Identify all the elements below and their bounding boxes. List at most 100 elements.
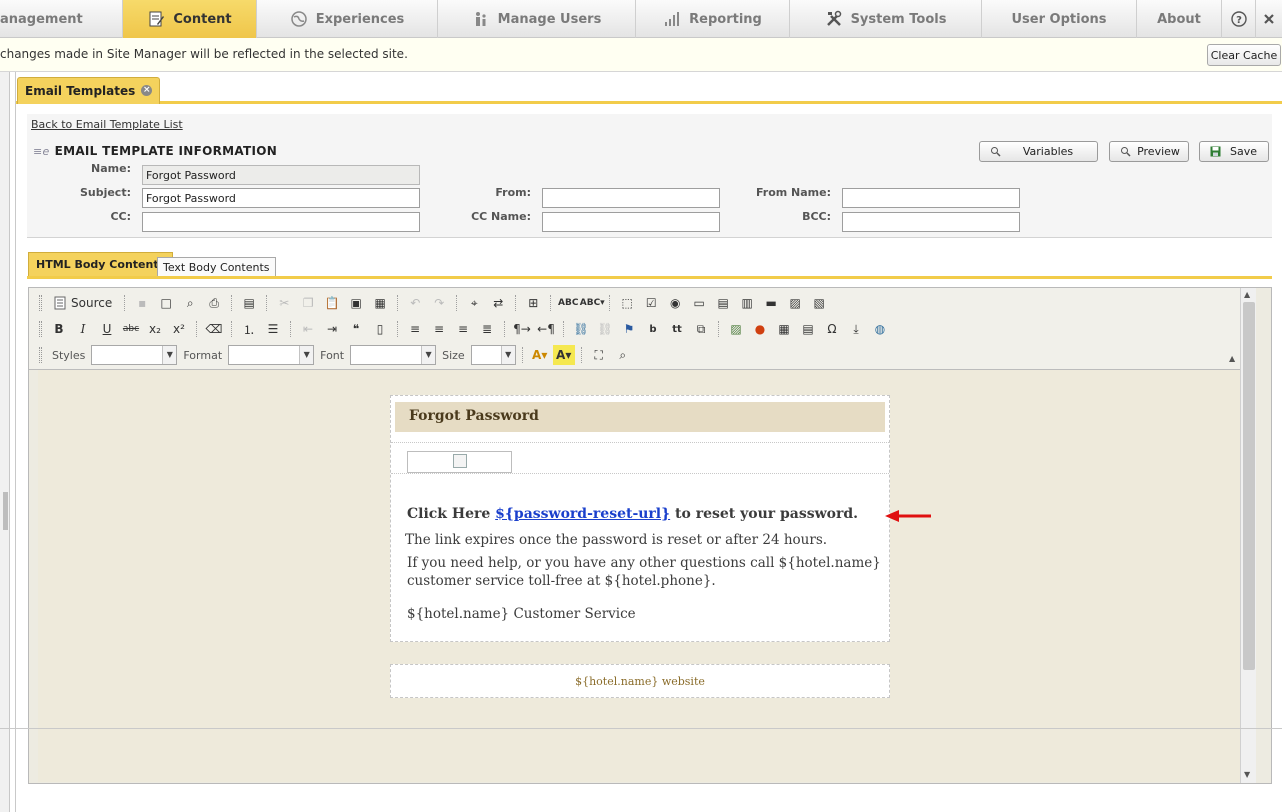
tab-close-icon[interactable]: × bbox=[141, 85, 153, 96]
cut-icon[interactable]: ✂ bbox=[273, 293, 295, 313]
new-page-icon[interactable]: □ bbox=[155, 293, 177, 313]
editor-canvas[interactable]: Forgot Password Click Here ${password-re… bbox=[38, 370, 1240, 782]
hidden-field-icon[interactable]: ▧ bbox=[808, 293, 830, 313]
align-right-icon[interactable]: ≡ bbox=[452, 319, 474, 339]
superscript-icon[interactable]: x² bbox=[168, 319, 190, 339]
help-button[interactable]: ? bbox=[1222, 0, 1256, 38]
image-placeholder[interactable] bbox=[407, 451, 512, 473]
replace-icon[interactable]: ⇄ bbox=[487, 293, 509, 313]
preview-button[interactable]: Preview bbox=[1109, 141, 1189, 162]
cc-field[interactable] bbox=[142, 212, 420, 232]
find-icon[interactable]: ⌖ bbox=[463, 293, 485, 313]
subject-field[interactable] bbox=[142, 188, 420, 208]
numbered-list-icon[interactable]: ⒈ bbox=[238, 319, 260, 339]
flash-icon[interactable]: ● bbox=[749, 319, 771, 339]
radio-icon[interactable]: ◉ bbox=[664, 293, 686, 313]
nav-tab-reporting[interactable]: Reporting bbox=[636, 0, 790, 38]
nav-tab-experiences[interactable]: Experiences bbox=[257, 0, 438, 38]
subscript-icon[interactable]: x₂ bbox=[144, 319, 166, 339]
close-button[interactable] bbox=[1256, 0, 1282, 38]
italic-icon[interactable]: I bbox=[72, 319, 94, 339]
tab-text-body[interactable]: Text Body Contents bbox=[157, 257, 276, 276]
tab-html-body[interactable]: HTML Body Contents bbox=[28, 252, 174, 276]
font-dropdown[interactable]: ▼ bbox=[350, 345, 437, 365]
paste-icon[interactable]: 📋 bbox=[321, 293, 343, 313]
scroll-up-icon[interactable]: ▲ bbox=[1244, 290, 1250, 299]
spellcheck-as-you-type-icon[interactable]: ABC▾ bbox=[580, 293, 605, 313]
form-icon[interactable]: ⬚ bbox=[616, 293, 638, 313]
styles-dropdown[interactable]: ▼ bbox=[91, 345, 178, 365]
password-reset-link[interactable]: ${password-reset-url} bbox=[495, 506, 670, 522]
tab-email-templates[interactable]: Email Templates × bbox=[17, 77, 161, 104]
nav-tab-content[interactable]: Content bbox=[123, 0, 257, 38]
text-color-icon[interactable]: A▾ bbox=[529, 345, 551, 365]
nav-tab-about[interactable]: About bbox=[1137, 0, 1222, 38]
nav-tab-manage-users[interactable]: Manage Users bbox=[438, 0, 636, 38]
save-icon[interactable]: ▪ bbox=[131, 293, 153, 313]
splitter-handle[interactable] bbox=[3, 492, 8, 530]
cc-name-field[interactable] bbox=[542, 212, 720, 232]
templates-icon[interactable]: ▤ bbox=[238, 293, 260, 313]
page-break-icon[interactable]: ⤓ bbox=[845, 319, 867, 339]
copy-icon[interactable]: ❐ bbox=[297, 293, 319, 313]
spellcheck-icon[interactable]: ABC bbox=[557, 293, 579, 313]
rtl-icon[interactable]: ←¶ bbox=[535, 319, 557, 339]
from-field[interactable] bbox=[542, 188, 720, 208]
left-splitter[interactable] bbox=[0, 72, 10, 812]
ltr-icon[interactable]: ¶→ bbox=[511, 319, 533, 339]
select-all-icon[interactable]: ⊞ bbox=[522, 293, 544, 313]
vertical-scrollbar[interactable]: ▲ ▼ bbox=[1240, 288, 1256, 783]
size-dropdown[interactable]: ▼ bbox=[470, 345, 516, 365]
bg-color-icon[interactable]: A▾ bbox=[552, 345, 575, 365]
scroll-down-icon[interactable]: ▼ bbox=[1244, 770, 1250, 779]
maximize-icon[interactable]: ⛶ bbox=[588, 345, 610, 365]
show-blocks-icon[interactable]: ⌕ bbox=[612, 345, 634, 365]
bold-icon[interactable]: B bbox=[48, 319, 70, 339]
unlink-icon[interactable]: ⛓ bbox=[594, 319, 616, 339]
paste-text-icon[interactable]: ▣ bbox=[345, 293, 367, 313]
source-button[interactable]: Source bbox=[48, 293, 118, 313]
table-icon[interactable]: ▦ bbox=[773, 319, 795, 339]
strikethrough-icon[interactable]: abc bbox=[120, 319, 142, 339]
iframe-icon[interactable]: ◍ bbox=[869, 319, 891, 339]
back-to-list-link[interactable]: Back to Email Template List bbox=[31, 118, 183, 131]
new-window-icon[interactable]: ⧉ bbox=[690, 319, 712, 339]
underline-icon[interactable]: U bbox=[96, 319, 118, 339]
collapse-toolbar-icon[interactable]: ▲ bbox=[1229, 354, 1237, 363]
clear-cache-button[interactable]: Clear Cache bbox=[1207, 44, 1281, 66]
text-icon[interactable]: tt bbox=[666, 319, 688, 339]
div-container-icon[interactable]: ▯ bbox=[369, 319, 391, 339]
align-center-icon[interactable]: ≡ bbox=[428, 319, 450, 339]
save-button[interactable]: Save bbox=[1199, 141, 1269, 162]
indent-icon[interactable]: ⇥ bbox=[321, 319, 343, 339]
anchor-icon[interactable]: ⚑ bbox=[618, 319, 640, 339]
image-button-icon[interactable]: ▨ bbox=[784, 293, 806, 313]
nav-tab-site-management[interactable]: anagement bbox=[0, 0, 123, 38]
nav-tab-user-options[interactable]: User Options bbox=[982, 0, 1137, 38]
special-char-icon[interactable]: Ω bbox=[821, 319, 843, 339]
remove-format-icon[interactable]: ⌫ bbox=[203, 319, 225, 339]
link-icon[interactable]: ⛓ bbox=[570, 319, 592, 339]
textfield-icon[interactable]: ▭ bbox=[688, 293, 710, 313]
checkbox-icon[interactable]: ☑ bbox=[640, 293, 662, 313]
scrollbar-thumb[interactable] bbox=[1243, 302, 1255, 670]
redo-icon[interactable]: ↷ bbox=[428, 293, 450, 313]
select-field-icon[interactable]: ▥ bbox=[736, 293, 758, 313]
justify-icon[interactable]: ≣ bbox=[476, 319, 498, 339]
outdent-icon[interactable]: ⇤ bbox=[297, 319, 319, 339]
variables-button[interactable]: Variables bbox=[979, 141, 1098, 162]
bcc-field[interactable] bbox=[842, 212, 1020, 232]
nav-tab-system-tools[interactable]: System Tools bbox=[790, 0, 982, 38]
image-icon[interactable]: ▨ bbox=[725, 319, 747, 339]
from-name-field[interactable] bbox=[842, 188, 1020, 208]
paste-word-icon[interactable]: ▦ bbox=[369, 293, 391, 313]
button-icon[interactable]: ▬ bbox=[760, 293, 782, 313]
name-field[interactable] bbox=[142, 165, 420, 185]
format-dropdown[interactable]: ▼ bbox=[228, 345, 315, 365]
bold-alt-icon[interactable]: b bbox=[642, 319, 664, 339]
preview-icon[interactable]: ⌕ bbox=[179, 293, 201, 313]
bulleted-list-icon[interactable]: ☰ bbox=[262, 319, 284, 339]
print-icon[interactable]: ⎙ bbox=[203, 293, 225, 313]
align-left-icon[interactable]: ≡ bbox=[404, 319, 426, 339]
horizontal-rule-icon[interactable]: ▤ bbox=[797, 319, 819, 339]
